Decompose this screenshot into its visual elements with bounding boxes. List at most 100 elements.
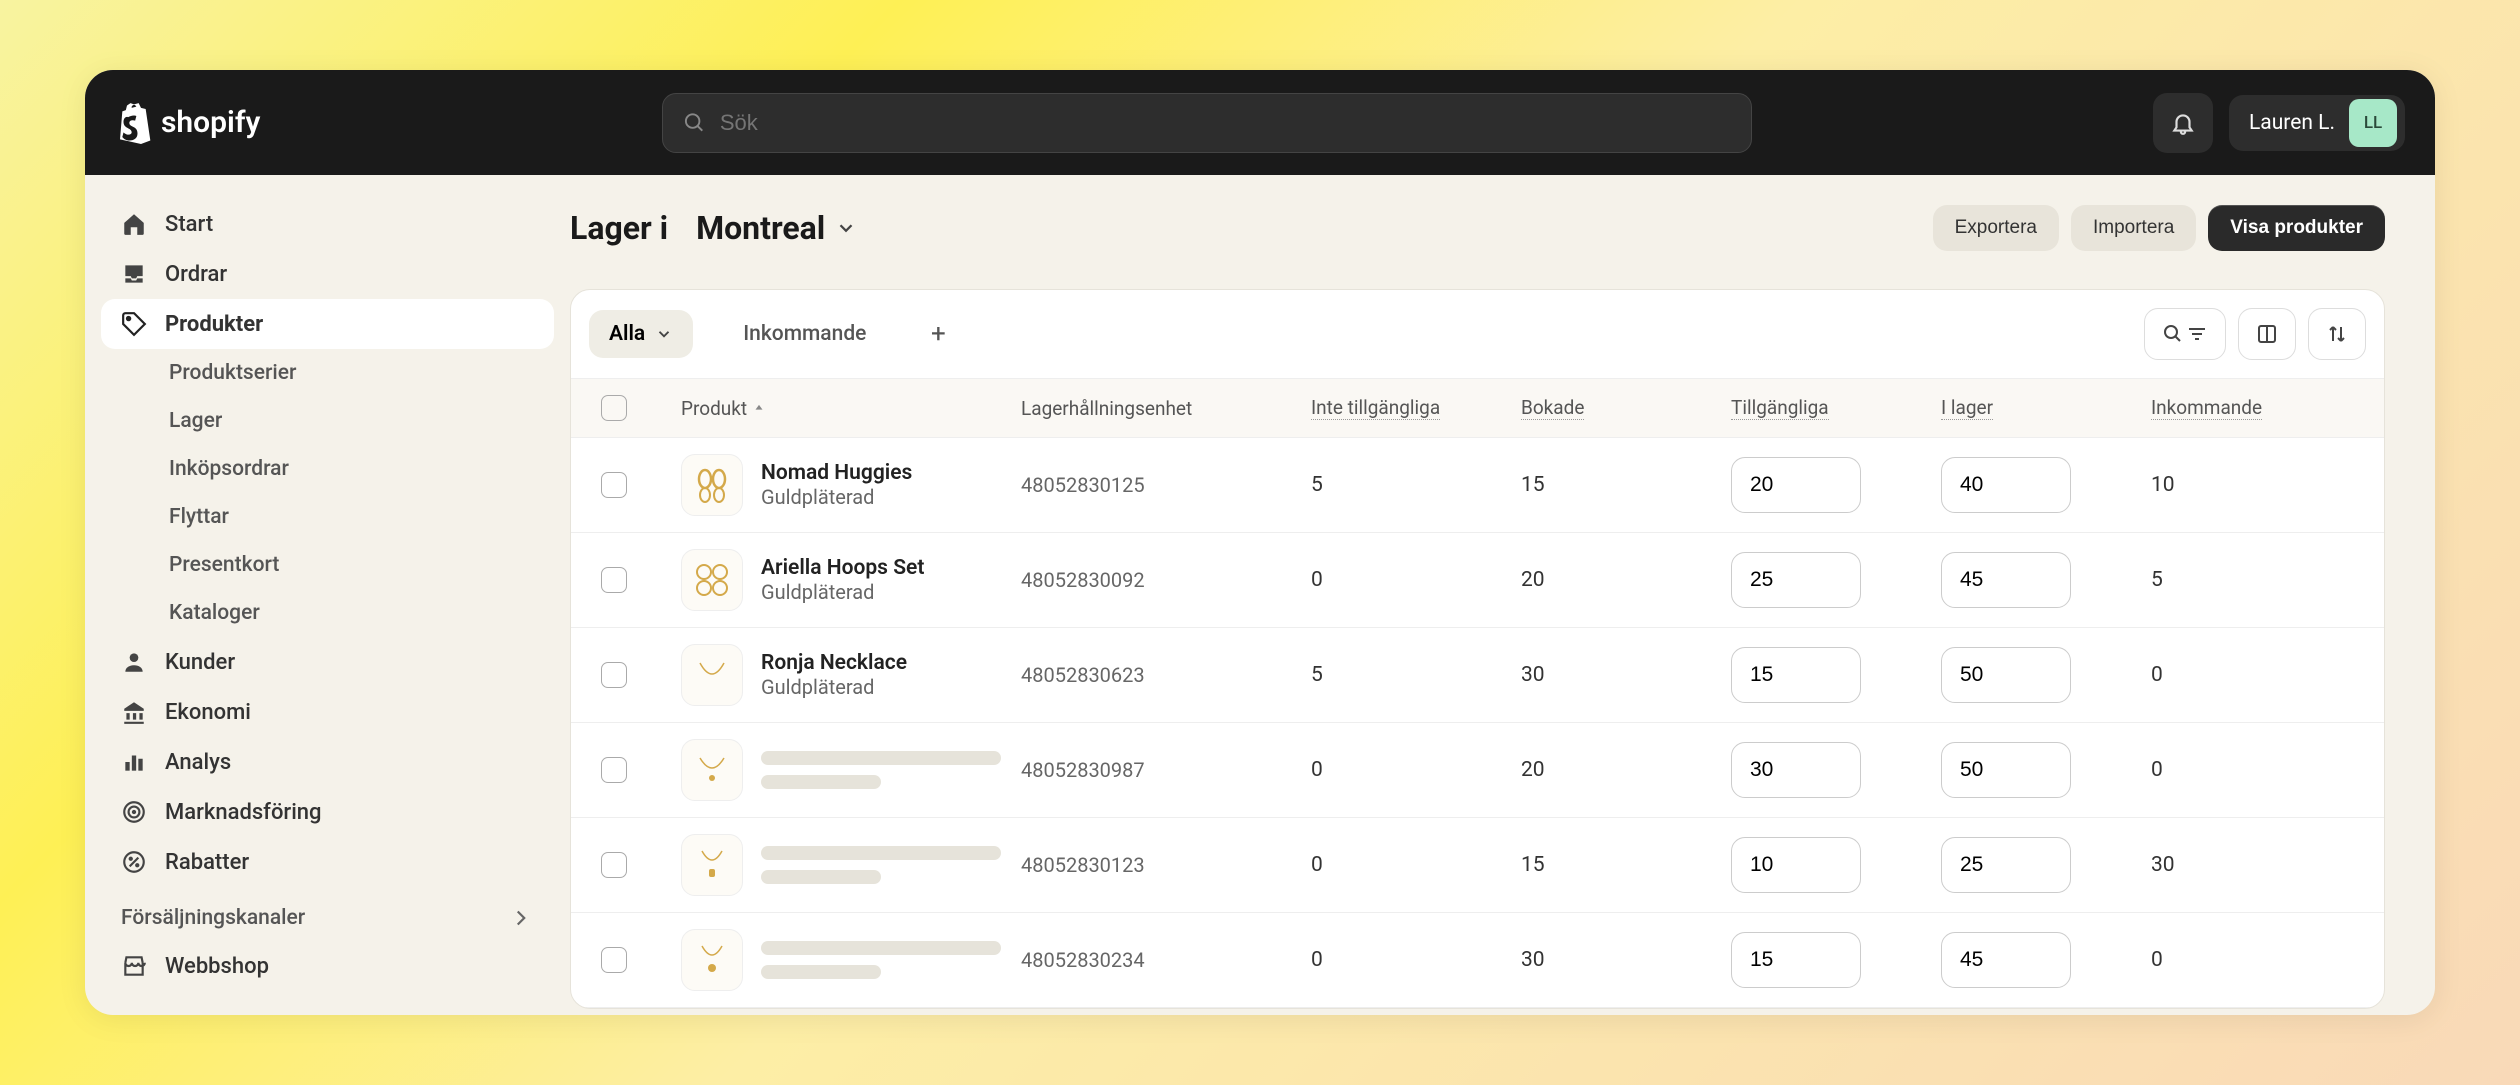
row-checkbox[interactable] (601, 567, 627, 593)
available-input[interactable] (1731, 552, 1861, 608)
stock-input[interactable] (1941, 552, 2071, 608)
nav-sub-catalogs[interactable]: Kataloger (101, 589, 554, 637)
columns-button[interactable] (2238, 308, 2296, 360)
add-tab-button[interactable]: + (916, 312, 960, 356)
search-input[interactable] (720, 110, 1731, 136)
avatar: LL (2349, 99, 2397, 147)
product-variant: Guldpläterad (761, 675, 907, 699)
chevron-down-icon (655, 325, 673, 343)
product-name[interactable]: Nomad Huggies (761, 461, 912, 485)
nav-sub-inventory[interactable]: Lager (101, 397, 554, 445)
unavailable-cell: 0 (1311, 568, 1521, 592)
product-variant: Guldpläterad (761, 580, 924, 604)
col-unavailable[interactable]: Inte tillgängliga (1311, 396, 1440, 420)
booked-cell: 20 (1521, 758, 1731, 782)
sort-button[interactable] (2308, 308, 2366, 360)
app-window: shopify Lauren L. LL Start (85, 70, 2435, 1015)
unavailable-cell: 5 (1311, 473, 1521, 497)
bell-icon (2170, 110, 2196, 136)
export-button[interactable]: Exportera (1933, 205, 2059, 251)
nav-label: Webbshop (165, 954, 269, 979)
col-booked[interactable]: Bokade (1521, 396, 1584, 420)
user-name: Lauren L. (2249, 111, 2335, 135)
sku-cell: 48052830623 (1021, 663, 1311, 687)
nav-label: Marknadsföring (165, 800, 322, 825)
table-row: Ariella Hoops SetGuldpläterad 4805283009… (571, 533, 2384, 628)
sort-icon (2325, 322, 2349, 346)
product-image[interactable] (681, 454, 743, 516)
nav-label: Ordrar (165, 262, 227, 287)
unavailable-cell: 0 (1311, 948, 1521, 972)
tab-all[interactable]: Alla (589, 310, 693, 358)
product-variant: Guldpläterad (761, 485, 912, 509)
stock-input[interactable] (1941, 837, 2071, 893)
notifications-button[interactable] (2153, 93, 2213, 153)
row-checkbox[interactable] (601, 757, 627, 783)
row-checkbox[interactable] (601, 947, 627, 973)
search-filter-button[interactable] (2144, 308, 2226, 360)
booked-cell: 20 (1521, 568, 1731, 592)
col-incoming[interactable]: Inkommande (2151, 396, 2262, 420)
nav-sub-collections[interactable]: Produktserier (101, 349, 554, 397)
sku-cell: 48052830234 (1021, 948, 1311, 972)
nav-sub-purchase-orders[interactable]: Inköpsordrar (101, 445, 554, 493)
row-checkbox[interactable] (601, 662, 627, 688)
shopify-logo[interactable]: shopify (115, 102, 260, 144)
table-header: Produkt Lagerhållningsenhet Inte tillgän… (571, 378, 2384, 438)
table-row: 48052830234 0 30 0 (571, 913, 2384, 1008)
incoming-cell: 10 (2151, 473, 2354, 497)
nav-online-store[interactable]: Webbshop (101, 941, 554, 991)
available-input[interactable] (1731, 647, 1861, 703)
filter-icon (2185, 322, 2209, 346)
nav-marketing[interactable]: Marknadsföring (101, 787, 554, 837)
stock-input[interactable] (1941, 647, 2071, 703)
product-image[interactable] (681, 739, 743, 801)
product-name[interactable]: Ronja Necklace (761, 651, 907, 675)
col-sku: Lagerhållningsenhet (1021, 397, 1311, 420)
discount-icon (121, 849, 147, 875)
product-image[interactable] (681, 549, 743, 611)
user-menu[interactable]: Lauren L. LL (2229, 95, 2405, 151)
page-title[interactable]: Lager i Montreal (570, 209, 857, 247)
view-products-button[interactable]: Visa produkter (2208, 205, 2385, 251)
sku-cell: 48052830092 (1021, 568, 1311, 592)
incoming-cell: 0 (2151, 758, 2354, 782)
row-checkbox[interactable] (601, 472, 627, 498)
booked-cell: 30 (1521, 948, 1731, 972)
table-row: 48052830987 0 20 0 (571, 723, 2384, 818)
nav-discounts[interactable]: Rabatter (101, 837, 554, 887)
available-input[interactable] (1731, 457, 1861, 513)
user-icon (121, 649, 147, 675)
nav-customers[interactable]: Kunder (101, 637, 554, 687)
product-image[interactable] (681, 834, 743, 896)
nav-analytics[interactable]: Analys (101, 737, 554, 787)
nav-start[interactable]: Start (101, 199, 554, 249)
stock-input[interactable] (1941, 742, 2071, 798)
nav-label: Ekonomi (165, 700, 251, 725)
sales-channels-heading[interactable]: Försäljningskanaler (101, 887, 554, 941)
tab-incoming[interactable]: Inkommande (723, 310, 886, 358)
product-image[interactable] (681, 644, 743, 706)
product-image[interactable] (681, 929, 743, 991)
available-input[interactable] (1731, 837, 1861, 893)
table-row: 48052830123 0 15 30 (571, 818, 2384, 913)
search-box[interactable] (662, 93, 1752, 153)
row-checkbox[interactable] (601, 852, 627, 878)
tag-icon (121, 311, 147, 337)
nav-finance[interactable]: Ekonomi (101, 687, 554, 737)
nav-products[interactable]: Produkter (101, 299, 554, 349)
stock-input[interactable] (1941, 932, 2071, 988)
select-all-checkbox[interactable] (601, 395, 627, 421)
col-available[interactable]: Tillgängliga (1731, 396, 1829, 420)
stock-input[interactable] (1941, 457, 2071, 513)
nav-sub-transfers[interactable]: Flyttar (101, 493, 554, 541)
import-button[interactable]: Importera (2071, 205, 2196, 251)
col-product[interactable]: Produkt (681, 397, 747, 420)
nav-sub-gift-cards[interactable]: Presentkort (101, 541, 554, 589)
unavailable-cell: 5 (1311, 663, 1521, 687)
available-input[interactable] (1731, 932, 1861, 988)
nav-orders[interactable]: Ordrar (101, 249, 554, 299)
available-input[interactable] (1731, 742, 1861, 798)
product-name[interactable]: Ariella Hoops Set (761, 556, 924, 580)
col-instock[interactable]: I lager (1941, 396, 1993, 420)
